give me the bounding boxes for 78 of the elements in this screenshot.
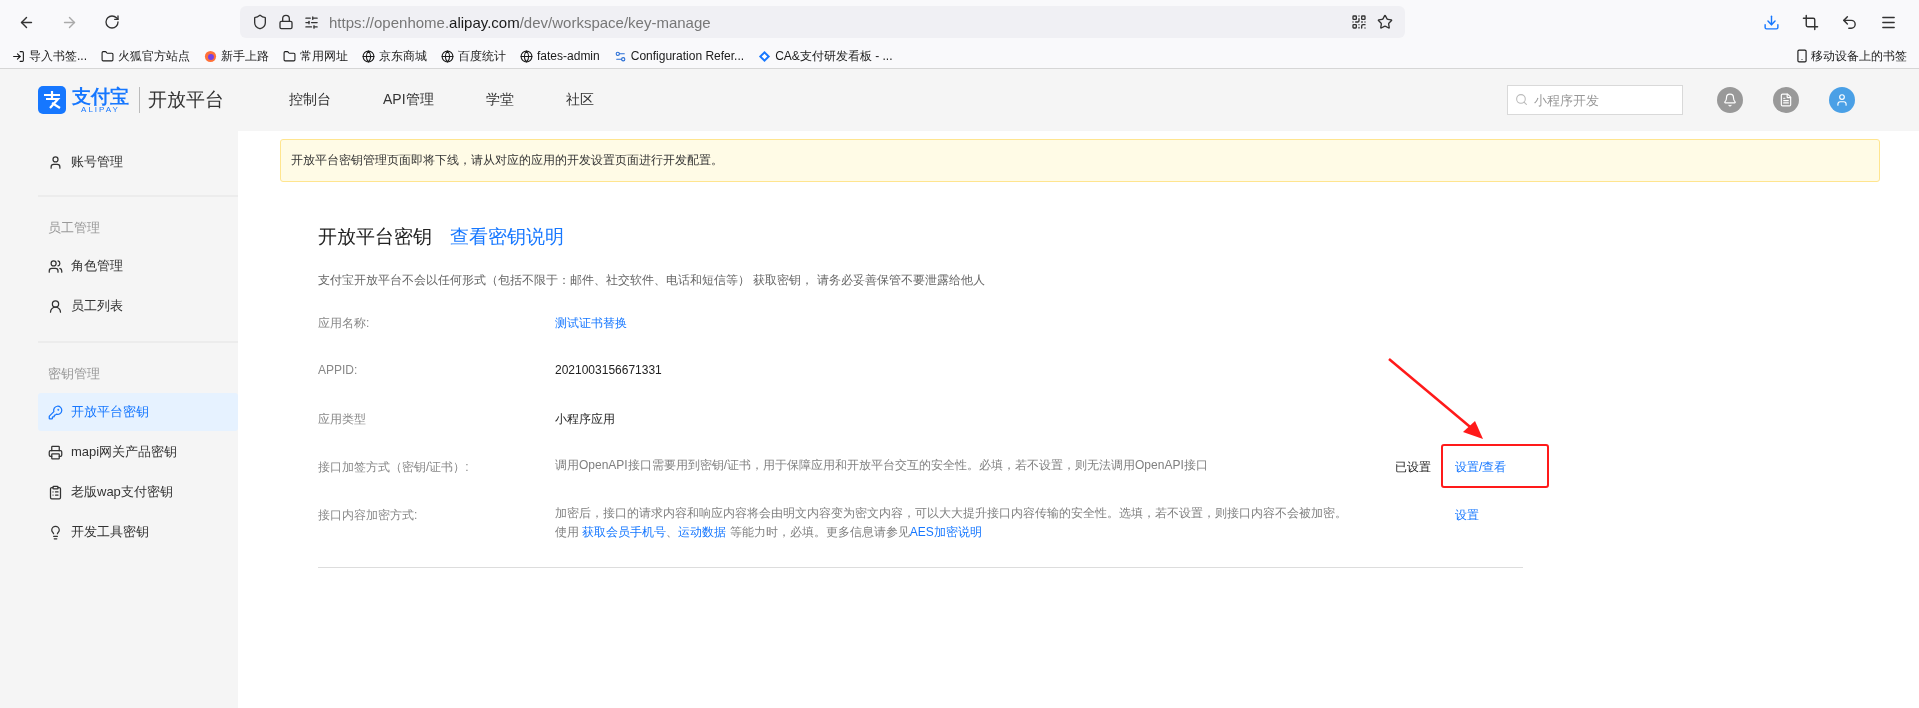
- field-description: 加密后，接口的请求内容和响应内容将会由明文内容变为密文内容，可以大大提升接口内容传输的安全性。选填，若不设置，则接口内容不会被加密。使用 获取会员手机号、运动数据 等能力时，必填。更多信息请参见AES加密说明: [555, 505, 1348, 541]
- device-icon: [48, 444, 63, 460]
- import-icon: [12, 49, 25, 63]
- phone-icon: [1795, 49, 1809, 63]
- nav-link[interactable]: API管理: [383, 91, 434, 109]
- platform-name: 开放平台: [139, 87, 224, 113]
- field-label: 接口内容加密方式:: [318, 507, 419, 524]
- undo-icon[interactable]: [1841, 13, 1858, 31]
- folder-icon: [101, 49, 114, 63]
- person-icon: [48, 154, 63, 170]
- alipay-logo-icon: [38, 86, 66, 114]
- sidebar-item[interactable]: 开发工具密钥: [38, 513, 238, 551]
- bookmark-star-icon[interactable]: [1377, 14, 1393, 30]
- bookmark-link[interactable]: CA&支付研发看板 - ...: [775, 47, 893, 65]
- bookmark-link[interactable]: 火狐官方站点: [118, 47, 190, 65]
- key-icon: [48, 404, 63, 420]
- people-icon: [48, 258, 63, 274]
- field-value: 2021003156671331: [555, 363, 662, 377]
- security-note: 支付宝开放平台不会以任何形式（包括不限于：邮件、社交软件、电话和短信等） 获取密钥， 请务必妥善保管不要泄露给他人: [318, 272, 986, 289]
- app-name-link[interactable]: 测试证书替换: [555, 316, 627, 330]
- nav-link[interactable]: 控制台: [289, 91, 331, 109]
- bookmark-link[interactable]: Configuration Refer...: [630, 49, 745, 63]
- search-field[interactable]: 小程序开发: [1507, 85, 1683, 115]
- settings-link[interactable]: 设置: [1455, 508, 1479, 522]
- field-label: 应用名称:: [318, 315, 371, 332]
- bookmark-link[interactable]: 常用网址: [300, 47, 348, 65]
- settings-link[interactable]: 设置/查看: [1455, 460, 1507, 474]
- lock-icon: [278, 14, 294, 30]
- qr-code-icon[interactable]: [1351, 14, 1367, 30]
- bookmark-link[interactable]: 新手上路: [221, 47, 269, 65]
- status-text: 已设置: [1395, 460, 1431, 474]
- nav-link[interactable]: 学堂: [485, 91, 514, 109]
- globe-icon: [362, 49, 375, 63]
- sidebar-item[interactable]: 角色管理: [38, 247, 238, 285]
- logo-text: 支付宝: [72, 86, 129, 106]
- avatar-icon[interactable]: [1829, 87, 1855, 113]
- globe-icon: [520, 49, 533, 63]
- sidebar-item[interactable]: 老版wap支付密钥: [38, 473, 238, 511]
- diamond-icon: [758, 49, 772, 63]
- doc-link[interactable]: 运动数据: [678, 525, 727, 539]
- field-label: APPID:: [318, 363, 359, 377]
- doc-link[interactable]: AES加密说明: [909, 525, 982, 539]
- field-label: 应用类型: [318, 411, 367, 428]
- sidebar-item[interactable]: 开放平台密钥: [38, 393, 238, 431]
- download-icon[interactable]: [1763, 13, 1780, 31]
- sidebar-item[interactable]: mapi网关产品密钥: [38, 433, 238, 471]
- reload-button[interactable]: [104, 14, 120, 30]
- fox-icon: [204, 49, 217, 63]
- bookmark-link[interactable]: fates-admin: [537, 49, 600, 63]
- crop-icon[interactable]: [1802, 13, 1819, 31]
- bookmark-link[interactable]: 百度统计: [458, 47, 506, 65]
- shield-icon: [252, 14, 268, 30]
- logo-subtext: ALIPAY: [81, 105, 120, 114]
- bookmark-folder-label[interactable]: 移动设备上的书签: [1811, 47, 1907, 65]
- clipboard-icon: [48, 484, 63, 500]
- bookmark-link[interactable]: 导入书签...: [29, 47, 87, 65]
- person-list-icon: [48, 298, 63, 314]
- section-heading: 员工管理: [47, 219, 101, 237]
- field-label: 接口加签方式（密钥/证书）:: [318, 459, 470, 476]
- bulb-icon: [48, 524, 63, 540]
- nav-link[interactable]: 社区: [565, 91, 594, 109]
- sidebar-item[interactable]: 员工列表: [38, 287, 238, 325]
- sidebar-item[interactable]: 账号管理: [38, 143, 238, 181]
- field-description: 调用OpenAPI接口需要用到密钥/证书，用于保障应用和开放平台交互的安全性。必填，若不设置，则无法调用OpenAPI接口: [555, 457, 1209, 474]
- permissions-icon: [304, 14, 319, 30]
- search-icon: [1515, 93, 1528, 106]
- notice-banner: 开放平台密钥管理页面即将下线，请从对应的应用的开发设置页面进行开发配置。: [280, 139, 1880, 182]
- doc-link[interactable]: 获取会员手机号: [582, 525, 667, 539]
- folder-icon: [283, 49, 296, 63]
- address-bar[interactable]: https://openhome.alipay.com/dev/workspace/key-manage: [240, 6, 1405, 38]
- field-value: 小程序应用: [555, 412, 615, 426]
- section-heading: 密钥管理: [47, 365, 101, 383]
- document-icon[interactable]: [1773, 87, 1799, 113]
- bookmark-link[interactable]: 京东商城: [379, 47, 427, 65]
- bell-icon[interactable]: [1717, 87, 1743, 113]
- page-title: 开放平台密钥: [318, 225, 432, 249]
- globe-icon: [441, 49, 454, 63]
- help-link[interactable]: 查看密钥说明: [450, 224, 564, 250]
